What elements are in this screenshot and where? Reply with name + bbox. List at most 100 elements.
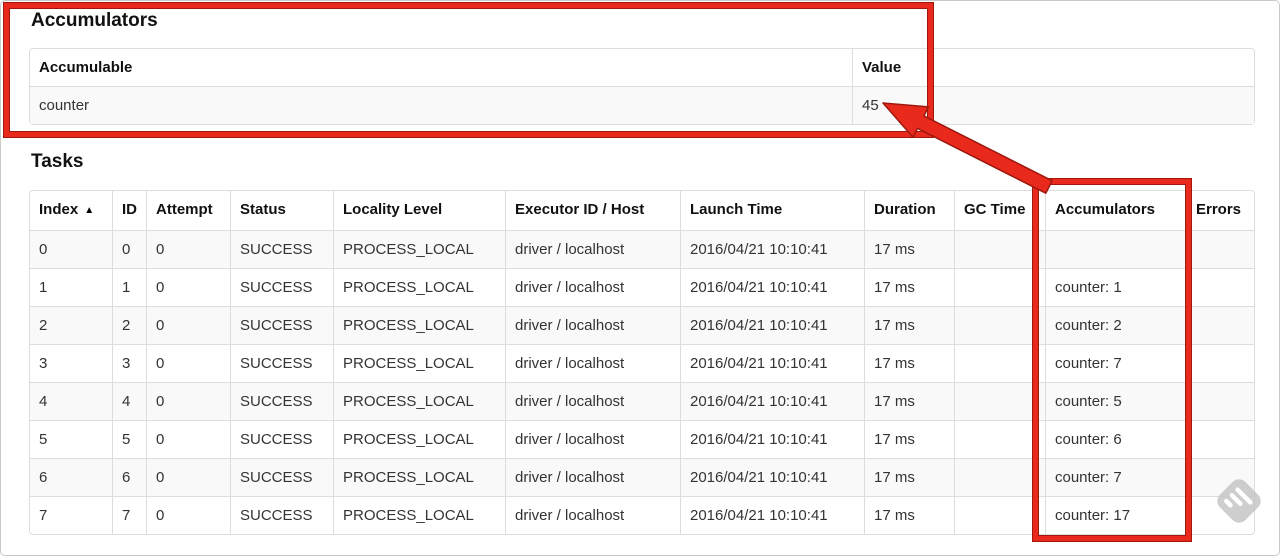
- cell-status: SUCCESS: [230, 306, 333, 344]
- accumulable-header-row: Accumulable Value: [30, 49, 1254, 86]
- cell-executor: driver / localhost: [505, 458, 680, 496]
- accumulators-section-title: Accumulators: [31, 10, 158, 31]
- cell-id: 4: [112, 382, 146, 420]
- cell-index: 2: [30, 306, 112, 344]
- feedly-watermark-icon: [1217, 479, 1261, 523]
- cell-index: 6: [30, 458, 112, 496]
- cell-errors: [1186, 420, 1254, 458]
- value-column-header[interactable]: Value: [852, 49, 1254, 86]
- accumulable-row: counter 45: [30, 86, 1254, 124]
- task-row: 0 0 0 SUCCESS PROCESS_LOCAL driver / loc…: [30, 230, 1254, 268]
- cell-index: 0: [30, 230, 112, 268]
- column-header-index[interactable]: Index ▲: [30, 191, 112, 230]
- cell-status: SUCCESS: [230, 268, 333, 306]
- cell-attempt: 0: [146, 344, 230, 382]
- cell-status: SUCCESS: [230, 420, 333, 458]
- sort-ascending-icon: ▲: [84, 205, 95, 216]
- cell-accumulators: counter: 7: [1045, 344, 1186, 382]
- cell-index: 7: [30, 496, 112, 534]
- cell-id: 5: [112, 420, 146, 458]
- cell-accumulators: counter: 7: [1045, 458, 1186, 496]
- cell-locality: PROCESS_LOCAL: [333, 344, 505, 382]
- cell-executor: driver / localhost: [505, 420, 680, 458]
- cell-duration: 17 ms: [864, 496, 954, 534]
- cell-launch-time: 2016/04/21 10:10:41: [680, 344, 864, 382]
- column-header-executor-id-host[interactable]: Executor ID / Host: [505, 191, 680, 230]
- cell-launch-time: 2016/04/21 10:10:41: [680, 306, 864, 344]
- task-row: 5 5 0 SUCCESS PROCESS_LOCAL driver / loc…: [30, 420, 1254, 458]
- cell-errors: [1186, 344, 1254, 382]
- cell-launch-time: 2016/04/21 10:10:41: [680, 420, 864, 458]
- column-header-index-label: Index: [39, 201, 79, 218]
- accumulable-column-header[interactable]: Accumulable: [30, 49, 852, 86]
- cell-index: 1: [30, 268, 112, 306]
- task-row: 4 4 0 SUCCESS PROCESS_LOCAL driver / loc…: [30, 382, 1254, 420]
- cell-locality: PROCESS_LOCAL: [333, 230, 505, 268]
- accumulable-table: Accumulable Value counter 45: [29, 48, 1255, 125]
- cell-id: 6: [112, 458, 146, 496]
- cell-errors: [1186, 382, 1254, 420]
- column-header-gc-time[interactable]: GC Time: [954, 191, 1045, 230]
- cell-status: SUCCESS: [230, 230, 333, 268]
- cell-errors: [1186, 306, 1254, 344]
- cell-gc-time: [954, 420, 1045, 458]
- cell-launch-time: 2016/04/21 10:10:41: [680, 382, 864, 420]
- cell-accumulators: counter: 5: [1045, 382, 1186, 420]
- cell-status: SUCCESS: [230, 344, 333, 382]
- column-header-id[interactable]: ID: [112, 191, 146, 230]
- cell-locality: PROCESS_LOCAL: [333, 420, 505, 458]
- cell-launch-time: 2016/04/21 10:10:41: [680, 268, 864, 306]
- cell-id: 0: [112, 230, 146, 268]
- cell-duration: 17 ms: [864, 420, 954, 458]
- cell-locality: PROCESS_LOCAL: [333, 268, 505, 306]
- cell-attempt: 0: [146, 268, 230, 306]
- cell-executor: driver / localhost: [505, 344, 680, 382]
- cell-duration: 17 ms: [864, 306, 954, 344]
- cell-attempt: 0: [146, 420, 230, 458]
- cell-gc-time: [954, 382, 1045, 420]
- tasks-header-row: Index ▲ ID Attempt Status Locality Level …: [30, 191, 1254, 230]
- cell-launch-time: 2016/04/21 10:10:41: [680, 458, 864, 496]
- cell-attempt: 0: [146, 496, 230, 534]
- cell-attempt: 0: [146, 230, 230, 268]
- cell-status: SUCCESS: [230, 382, 333, 420]
- accumulable-value-cell: 45: [852, 86, 1254, 124]
- column-header-status[interactable]: Status: [230, 191, 333, 230]
- task-row: 7 7 0 SUCCESS PROCESS_LOCAL driver / loc…: [30, 496, 1254, 534]
- task-row: 6 6 0 SUCCESS PROCESS_LOCAL driver / loc…: [30, 458, 1254, 496]
- spark-ui-page: Accumulators Accumulable Value counter 4…: [0, 0, 1280, 556]
- column-header-launch-time[interactable]: Launch Time: [680, 191, 864, 230]
- cell-id: 7: [112, 496, 146, 534]
- cell-status: SUCCESS: [230, 496, 333, 534]
- cell-accumulators: counter: 1: [1045, 268, 1186, 306]
- cell-accumulators: [1045, 230, 1186, 268]
- cell-accumulators: counter: 2: [1045, 306, 1186, 344]
- cell-executor: driver / localhost: [505, 306, 680, 344]
- cell-errors: [1186, 268, 1254, 306]
- column-header-duration[interactable]: Duration: [864, 191, 954, 230]
- cell-id: 3: [112, 344, 146, 382]
- cell-id: 2: [112, 306, 146, 344]
- cell-accumulators: counter: 17: [1045, 496, 1186, 534]
- cell-attempt: 0: [146, 382, 230, 420]
- tasks-table: Index ▲ ID Attempt Status Locality Level …: [29, 190, 1255, 535]
- cell-index: 4: [30, 382, 112, 420]
- cell-launch-time: 2016/04/21 10:10:41: [680, 230, 864, 268]
- cell-duration: 17 ms: [864, 344, 954, 382]
- column-header-locality-level[interactable]: Locality Level: [333, 191, 505, 230]
- cell-duration: 17 ms: [864, 458, 954, 496]
- column-header-errors[interactable]: Errors: [1186, 191, 1254, 230]
- tasks-section-title: Tasks: [31, 151, 84, 172]
- column-header-accumulators[interactable]: Accumulators: [1045, 191, 1186, 230]
- cell-duration: 17 ms: [864, 268, 954, 306]
- cell-locality: PROCESS_LOCAL: [333, 458, 505, 496]
- cell-gc-time: [954, 344, 1045, 382]
- cell-locality: PROCESS_LOCAL: [333, 382, 505, 420]
- cell-id: 1: [112, 268, 146, 306]
- cell-executor: driver / localhost: [505, 496, 680, 534]
- cell-gc-time: [954, 496, 1045, 534]
- cell-gc-time: [954, 230, 1045, 268]
- task-row: 1 1 0 SUCCESS PROCESS_LOCAL driver / loc…: [30, 268, 1254, 306]
- column-header-attempt[interactable]: Attempt: [146, 191, 230, 230]
- cell-errors: [1186, 230, 1254, 268]
